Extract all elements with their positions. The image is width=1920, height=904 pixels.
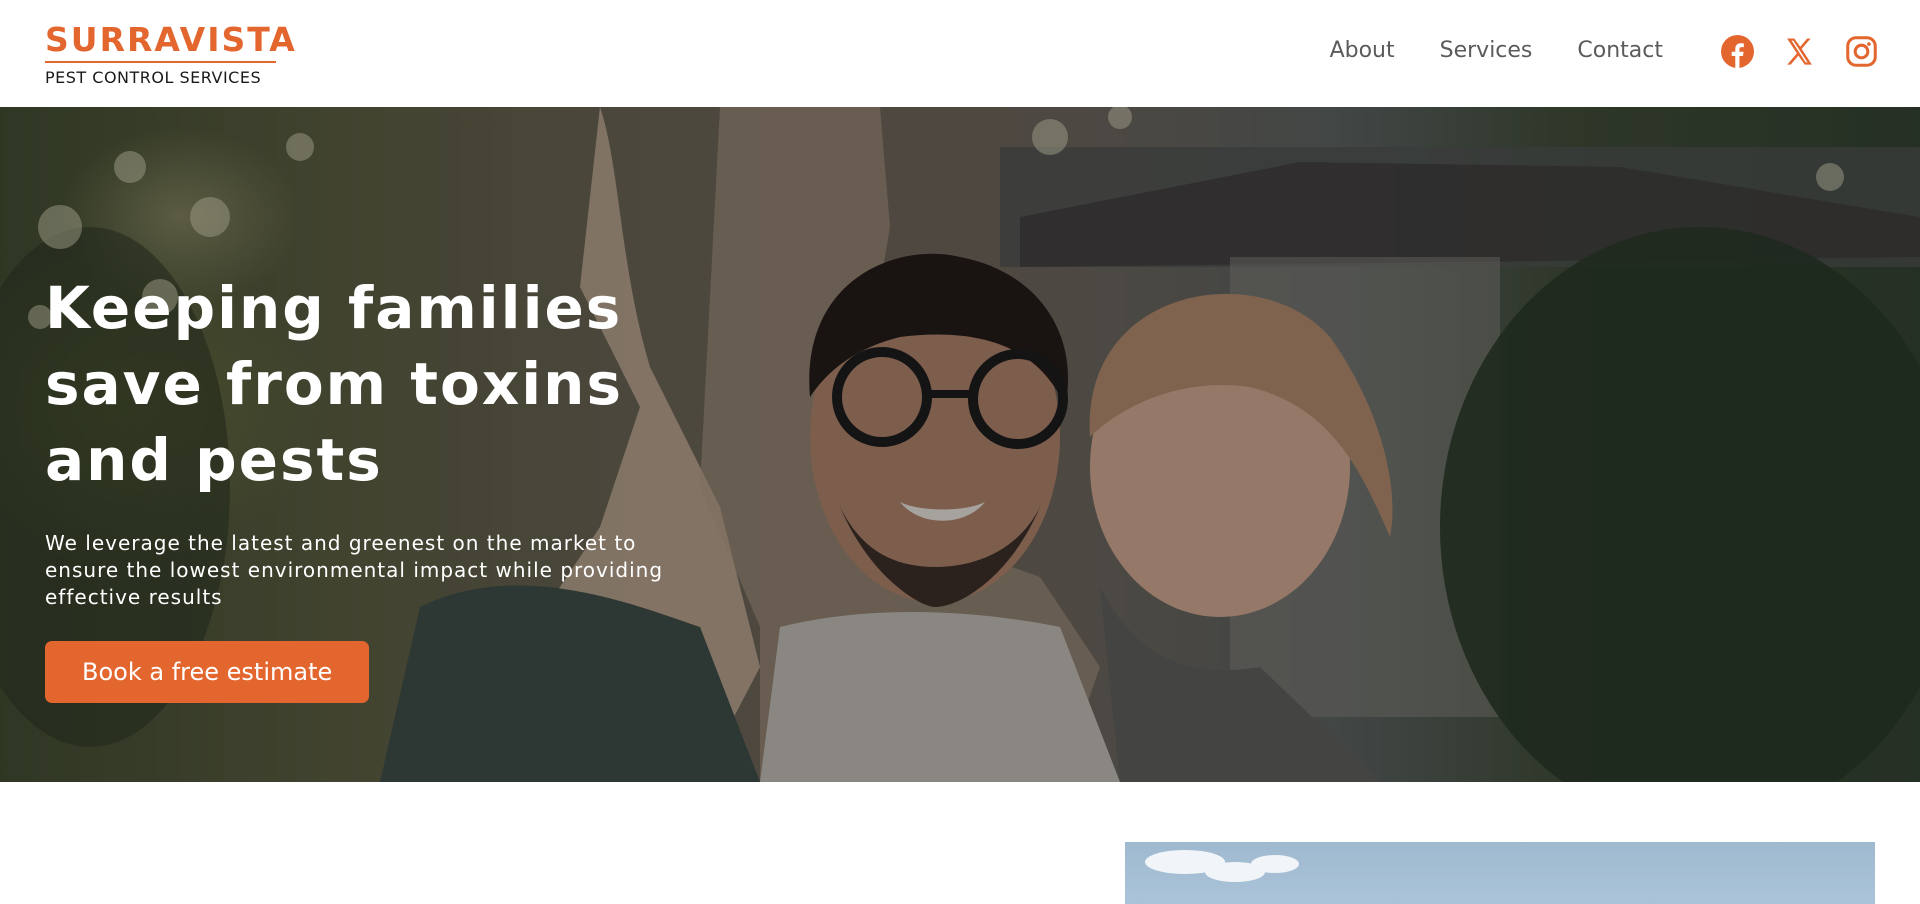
main-nav: About Services Contact xyxy=(1330,38,1663,63)
logo-name: SURRAVISTA xyxy=(45,20,297,59)
hero-subtitle: We leverage the latest and greenest on t… xyxy=(45,531,664,609)
nav-link-about[interactable]: About xyxy=(1330,38,1395,63)
facebook-icon[interactable] xyxy=(1721,35,1754,68)
social-links xyxy=(1721,35,1878,68)
hero-section: Keeping families save from toxins and pe… xyxy=(0,107,1920,782)
section-sky-image xyxy=(1125,842,1875,904)
book-estimate-button[interactable]: Book a free estimate xyxy=(45,641,370,703)
logo[interactable]: SURRAVISTA PEST CONTROL SERVICES xyxy=(45,20,297,87)
logo-tagline: PEST CONTROL SERVICES xyxy=(45,68,262,87)
x-icon[interactable] xyxy=(1783,35,1816,68)
hero-content: Keeping families save from toxins and pe… xyxy=(45,270,705,703)
nav-link-services[interactable]: Services xyxy=(1440,38,1533,63)
logo-divider xyxy=(45,61,276,63)
hero-title: Keeping families save from toxins and pe… xyxy=(45,274,623,494)
instagram-icon[interactable] xyxy=(1845,35,1878,68)
clouds-graphic xyxy=(1145,850,1299,882)
nav-link-contact[interactable]: Contact xyxy=(1577,38,1663,63)
site-header: SURRAVISTA PEST CONTROL SERVICES About S… xyxy=(0,0,1920,107)
